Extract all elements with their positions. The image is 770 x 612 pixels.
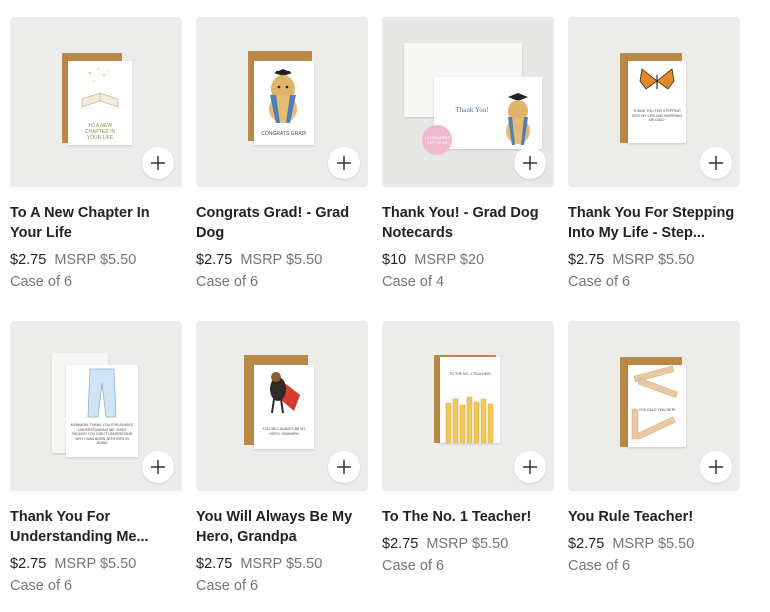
case-size: Case of 6 — [568, 558, 631, 574]
card-text: TO THE NO. 1 TEACHER! — [449, 372, 491, 376]
product-title[interactable]: Congrats Grad! - Grad Dog — [196, 203, 368, 243]
plus-icon — [523, 156, 537, 170]
card-text: CONGRATS GRAD! — [261, 131, 307, 137]
jeans-icon — [87, 368, 117, 418]
case-size: Case of 6 — [196, 274, 259, 290]
product-msrp: MSRP $5.50 — [612, 252, 695, 268]
card-text: Thank You! — [455, 106, 489, 114]
open-book-icon — [81, 68, 119, 108]
product-msrp: MSRP $5.50 — [426, 536, 509, 552]
price-row: $10 MSRP $20 — [382, 251, 554, 269]
product-title[interactable]: Thank You For Understanding Me... — [10, 507, 182, 547]
product-title[interactable]: Thank You For Stepping Into My Life - St… — [568, 203, 740, 243]
add-to-cart-button[interactable] — [142, 147, 174, 179]
plus-icon — [151, 460, 165, 474]
product-image[interactable]: THANK YOU FOR STEPPING INTO MY LIFE AND … — [568, 17, 740, 187]
product-image[interactable]: MOMMOM, THANK YOU FOR ALWAYS UNDERSTANDI… — [10, 321, 182, 491]
product-image[interactable]: YOU RULE TEACHER! — [568, 321, 740, 491]
grad-dog-icon — [269, 69, 297, 123]
card-text: MOMMOM, THANK YOU FOR ALWAYS UNDERSTANDI… — [70, 423, 134, 445]
price-row: $2.75 MSRP $5.50 — [10, 555, 182, 573]
product-price: $2.75 — [382, 536, 419, 552]
product-msrp: MSRP $5.50 — [240, 252, 323, 268]
add-to-cart-button[interactable] — [328, 147, 360, 179]
product-msrp: MSRP $5.50 — [240, 556, 323, 572]
product-title[interactable]: You Will Always Be My Hero, Grandpa — [196, 507, 368, 547]
product-title[interactable]: To A New Chapter In Your Life — [10, 203, 182, 243]
product-msrp: MSRP $5.50 — [54, 556, 137, 572]
notecards-badge: NOTECARDS SET OF 10 — [422, 125, 452, 155]
product-image[interactable]: Thank You! NOTECARDS SET OF 10 — [382, 17, 554, 187]
price-row: $2.75 MSRP $5.50 — [568, 535, 740, 553]
product-image[interactable]: CONGRATS GRAD! — [196, 17, 368, 187]
product-image[interactable]: TO A NEW CHAPTER IN YOUR LIFE — [10, 17, 182, 187]
product-grid: TO A NEW CHAPTER IN YOUR LIFE To A New C… — [0, 0, 770, 612]
add-to-cart-button[interactable] — [700, 147, 732, 179]
add-to-cart-button[interactable] — [142, 451, 174, 483]
price-row: $2.75 MSRP $5.50 — [196, 555, 368, 573]
case-size: Case of 6 — [568, 274, 631, 290]
price-row: $2.75 MSRP $5.50 — [10, 251, 182, 269]
product-msrp: MSRP $5.50 — [612, 536, 695, 552]
case-size: Case of 6 — [382, 558, 445, 574]
add-to-cart-button[interactable] — [514, 147, 546, 179]
product-title[interactable]: Thank You! - Grad Dog Notecards — [382, 203, 554, 243]
product-price: $2.75 — [10, 252, 47, 268]
product-title[interactable]: To The No. 1 Teacher! — [382, 507, 554, 527]
plus-icon — [523, 460, 537, 474]
plus-icon — [709, 156, 723, 170]
grad-dog-icon — [506, 93, 530, 145]
butterfly-icon — [639, 68, 675, 90]
price-row: $2.75 MSRP $5.50 — [196, 251, 368, 269]
plus-icon — [151, 156, 165, 170]
card-text: YOU RULE TEACHER! — [638, 408, 676, 412]
case-size: Case of 4 — [382, 274, 445, 290]
add-to-cart-button[interactable] — [700, 451, 732, 483]
card-text: THANK YOU FOR STEPPING INTO MY LIFE AND … — [632, 109, 682, 122]
hero-dog-icon — [270, 372, 300, 414]
card-text: YOU WILL ALWAYS BE MY HERO, GRANDPA — [262, 427, 306, 436]
product-price: $10 — [382, 252, 407, 268]
product-image[interactable]: TO THE NO. 1 TEACHER! — [382, 321, 554, 491]
add-to-cart-button[interactable] — [328, 451, 360, 483]
plus-icon — [337, 460, 351, 474]
product-price: $2.75 — [10, 556, 47, 572]
plus-icon — [337, 156, 351, 170]
product-msrp: MSRP $20 — [414, 252, 485, 268]
price-row: $2.75 MSRP $5.50 — [568, 251, 740, 269]
badge-text: NOTECARDS SET OF 10 — [425, 135, 451, 145]
case-size: Case of 6 — [10, 578, 73, 594]
product-price: $2.75 — [196, 252, 233, 268]
product-price: $2.75 — [568, 252, 605, 268]
card-text: TO A NEW CHAPTER IN YOUR LIFE — [84, 123, 116, 141]
plus-icon — [709, 460, 723, 474]
product-price: $2.75 — [568, 536, 605, 552]
product-price: $2.75 — [196, 556, 233, 572]
product-title[interactable]: You Rule Teacher! — [568, 507, 740, 527]
pencils-icon — [445, 396, 494, 443]
add-to-cart-button[interactable] — [514, 451, 546, 483]
case-size: Case of 6 — [196, 578, 259, 594]
product-image[interactable]: YOU WILL ALWAYS BE MY HERO, GRANDPA — [196, 321, 368, 491]
product-msrp: MSRP $5.50 — [54, 252, 137, 268]
case-size: Case of 6 — [10, 274, 73, 290]
rulers-icon — [631, 365, 679, 440]
price-row: $2.75 MSRP $5.50 — [382, 535, 554, 553]
